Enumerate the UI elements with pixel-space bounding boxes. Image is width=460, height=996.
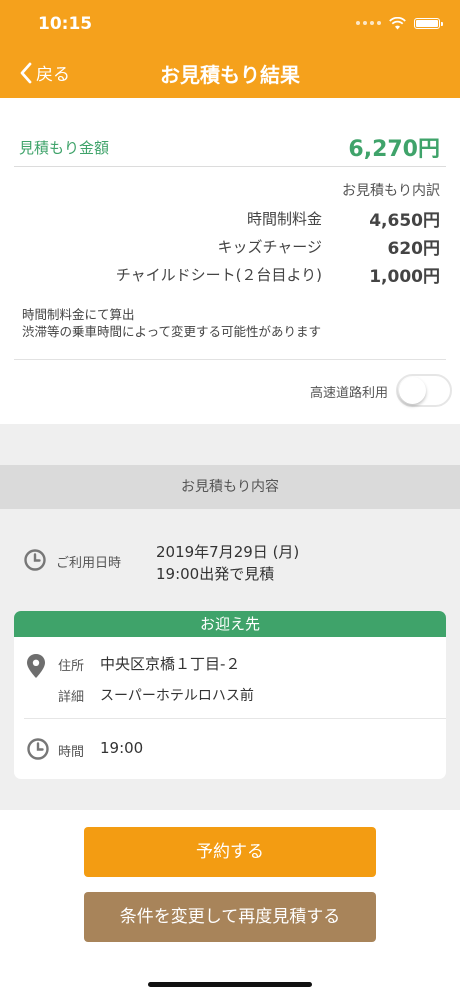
page-title: お見積もり結果 bbox=[160, 63, 300, 87]
clock-icon bbox=[24, 549, 46, 571]
wifi-icon bbox=[389, 16, 406, 29]
date-value: 2019年7月29日 (月) bbox=[156, 543, 300, 561]
estimate-result-panel: 見積もり金額 6,270円 お見積もり内訳 時間制料金 4,650円 キッズチャ… bbox=[0, 98, 460, 424]
date-label: ご利用日時 bbox=[56, 556, 122, 571]
note-line: 時間制料金にて算出 bbox=[22, 307, 135, 322]
action-footer: 予約する 条件を変更して再度見積する bbox=[0, 810, 460, 996]
detail-label: 詳細 bbox=[58, 690, 85, 705]
highway-toggle[interactable] bbox=[396, 374, 452, 407]
app-header: 10:15 戻る お見積もり結果 bbox=[0, 0, 460, 98]
time-label: 時間 bbox=[58, 745, 85, 760]
section-header: お見積もり内容 bbox=[0, 465, 460, 509]
home-indicator bbox=[148, 982, 312, 987]
clock-icon bbox=[27, 738, 49, 760]
fee-value: 4,650円 bbox=[369, 210, 440, 231]
total-label: 見積もり金額 bbox=[19, 139, 110, 157]
divider bbox=[24, 718, 446, 719]
battery-icon bbox=[414, 17, 443, 29]
address-label: 住所 bbox=[58, 659, 85, 674]
fee-label: チャイルドシート(２台目より) bbox=[115, 265, 322, 284]
total-value: 6,270円 bbox=[348, 137, 440, 162]
divider bbox=[14, 166, 446, 167]
divider bbox=[14, 359, 446, 360]
fee-row: キッズチャージ 620円 bbox=[0, 234, 441, 259]
fee-label: 時間制料金 bbox=[246, 209, 322, 228]
estimate-note: 時間制料金にて算出 渋滞等の乗車時間によって変更する可能性があります bbox=[22, 306, 321, 340]
breakdown-title: お見積もり内訳 bbox=[342, 183, 440, 199]
detail-value: スーパーホテルロハス前 bbox=[100, 688, 254, 704]
fee-value: 620円 bbox=[387, 238, 441, 259]
reserve-button[interactable]: 予約する bbox=[84, 827, 376, 877]
status-time: 10:15 bbox=[38, 14, 93, 34]
fee-value: 1,000円 bbox=[369, 266, 440, 287]
address-value: 中央区京橋１丁目-２ bbox=[100, 655, 241, 673]
requote-button[interactable]: 条件を変更して再度見積する bbox=[84, 892, 376, 942]
highway-label: 高速道路利用 bbox=[309, 386, 388, 401]
pickup-card: お迎え先 住所 中央区京橋１丁目-２ 詳細 スーパーホテルロハス前 時間 19:… bbox=[14, 611, 446, 779]
fee-row: チャイルドシート(２台目より) 1,000円 bbox=[0, 262, 440, 287]
fee-label: キッズチャージ bbox=[217, 237, 322, 256]
pickup-header: お迎え先 bbox=[14, 611, 446, 637]
map-pin-icon bbox=[27, 654, 45, 678]
note-line: 渋滞等の乗車時間によって変更する可能性があります bbox=[22, 324, 322, 339]
time-value: 19:00 bbox=[100, 739, 144, 757]
status-icons bbox=[356, 16, 443, 30]
toggle-knob bbox=[399, 377, 426, 404]
signal-icon bbox=[356, 21, 381, 25]
fee-row: 時間制料金 4,650円 bbox=[0, 206, 440, 231]
departure-value: 19:00出発で見積 bbox=[156, 565, 275, 583]
